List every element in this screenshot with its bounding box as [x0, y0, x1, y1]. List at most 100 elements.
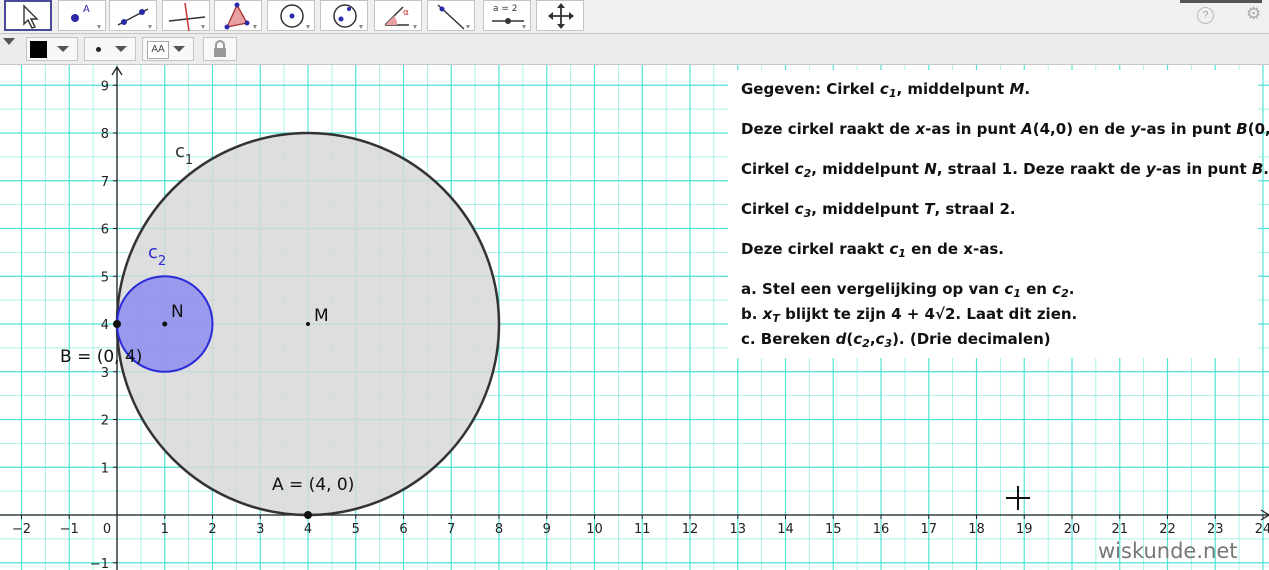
math-symbol: T [924, 200, 935, 218]
math-subscript: 3 [884, 337, 893, 350]
x-tick-label: 7 [447, 522, 455, 537]
move-tool-button[interactable] [4, 0, 52, 31]
point-tool-button[interactable]: A [58, 0, 106, 31]
x-tick-label: −1 [60, 522, 79, 537]
settings-gear-icon[interactable]: ⚙ [1246, 4, 1261, 24]
y-tick-label: 5 [101, 270, 109, 285]
point-style-button[interactable] [84, 37, 136, 61]
lock-button[interactable] [203, 37, 237, 61]
math-subscript: 2 [1061, 287, 1069, 300]
math-symbol: M [1009, 80, 1025, 98]
math-symbol: c [794, 160, 804, 178]
move-graphics-view-button[interactable] [536, 0, 584, 31]
text-run: Gegeven: Cirkel [741, 80, 880, 98]
chevron-down-icon [57, 46, 69, 52]
label-A: A = (4, 0) [272, 475, 354, 495]
polygon-tool-button[interactable] [214, 0, 262, 31]
conic-tool-button[interactable] [320, 0, 368, 31]
text-run: , middelpunt [811, 200, 925, 218]
window-control-strip[interactable] [1180, 0, 1262, 3]
perpendicular-line-tool-button[interactable] [162, 0, 210, 32]
x-tick-label: 24 [1255, 522, 1269, 537]
text-run: Cirkel [741, 200, 795, 218]
help-icon[interactable]: ? [1197, 7, 1214, 24]
text-run: a. Stel een vergelijking op van [741, 280, 1005, 298]
text-run: . [1263, 160, 1269, 178]
problem-text-box[interactable]: Gegeven: Cirkel c1, middelpunt M. Deze c… [728, 70, 1269, 358]
slider-tool-button[interactable]: a = 2 [483, 0, 531, 31]
y-tick-label: 3 [101, 366, 109, 381]
math-subscript: 1 [1013, 287, 1021, 300]
text-run: -as in punt [925, 120, 1022, 138]
x-tick-label: 17 [920, 522, 937, 537]
x-tick-label: 3 [256, 522, 264, 537]
point-A [304, 511, 312, 519]
text-line-8: c. Bereken d(c2,c3). (Drie decimalen) [741, 330, 1051, 350]
text-run: -as in punt [1140, 120, 1237, 138]
point-style-dot-icon [96, 47, 101, 52]
point-M [306, 322, 310, 326]
text-run: . [1024, 80, 1031, 98]
text-run: (0,4). [1247, 120, 1269, 138]
line-tool-icon [117, 8, 152, 29]
x-tick-label: 21 [1111, 522, 1128, 537]
move-tool-icon [23, 4, 39, 29]
svg-text:A: A [83, 4, 90, 15]
circle-tool-icon [280, 4, 310, 29]
x-tick-label: 14 [777, 522, 794, 537]
label-B: B = (0, 4) [60, 347, 142, 367]
x-tick-label: 9 [543, 522, 551, 537]
x-tick-label: 1 [161, 522, 169, 537]
text-run: ). (Drie decimalen) [892, 330, 1051, 348]
math-symbol: c [1004, 280, 1014, 298]
math-symbol: c [794, 200, 804, 218]
x-tick-label: 20 [1064, 522, 1081, 537]
perpendicular-line-tool-icon [168, 2, 206, 32]
x-tick-label: −2 [12, 522, 31, 537]
text-run: b. [741, 305, 763, 323]
chevron-down-icon [173, 46, 185, 52]
angle-tool-button[interactable]: α [374, 0, 422, 31]
math-symbol: B [1251, 160, 1264, 178]
text-run: en de x-as. [905, 240, 1004, 258]
move-graphics-view-icon [548, 3, 574, 29]
x-tick-label: 6 [399, 522, 407, 537]
x-tick-label: 13 [729, 522, 746, 537]
math-symbol: y [1146, 160, 1156, 178]
x-tick-label: 18 [968, 522, 985, 537]
text-run: , middelpunt [896, 80, 1010, 98]
watermark: wiskunde.net [1098, 539, 1238, 563]
point-N [162, 321, 168, 327]
color-picker-button[interactable] [26, 37, 78, 61]
x-tick-label: 4 [304, 522, 312, 537]
circle-tool-button[interactable] [267, 0, 315, 31]
x-tick-label: 15 [825, 522, 842, 537]
y-tick-label: 2 [101, 414, 109, 429]
text-run: (4,0) en de [1032, 120, 1131, 138]
x-tick-label: 22 [1159, 522, 1176, 537]
math-symbol: A [1021, 120, 1033, 138]
math-symbol: y [1130, 120, 1141, 138]
text-line-7: b. xT blijkt te zijn 4 + 4√2. Laat dit z… [741, 305, 1077, 325]
stylebar-toggle-icon[interactable] [3, 38, 15, 45]
text-run: en [1020, 280, 1053, 298]
math-symbol: d [835, 330, 847, 348]
reflect-tool-button[interactable] [427, 0, 475, 31]
x-tick-label: 19 [1016, 522, 1033, 537]
line-tool-button[interactable] [109, 0, 157, 31]
text-run: blijkt te zijn 4 + 4√2. Laat dit zien. [779, 305, 1078, 323]
y-tick-label: 9 [101, 79, 109, 94]
text-line-2: Deze cirkel raakt de x-as in punt A(4,0)… [741, 120, 1269, 138]
x-tick-label: 0 [103, 522, 111, 537]
math-symbol: x [762, 305, 773, 323]
math-symbol: c [889, 240, 899, 258]
toolbar: A α a = 2 ? ⚙ [0, 0, 1269, 34]
polygon-tool-icon [224, 2, 257, 30]
reflect-tool-icon [437, 4, 470, 30]
text-run: , straal 2. [934, 200, 1016, 218]
point-tool-icon: A [71, 4, 101, 29]
y-tick-label: 1 [101, 461, 109, 476]
x-tick-label: 12 [682, 522, 699, 537]
y-tick-label: 6 [101, 223, 109, 238]
text-style-button[interactable]: AA [142, 37, 194, 61]
